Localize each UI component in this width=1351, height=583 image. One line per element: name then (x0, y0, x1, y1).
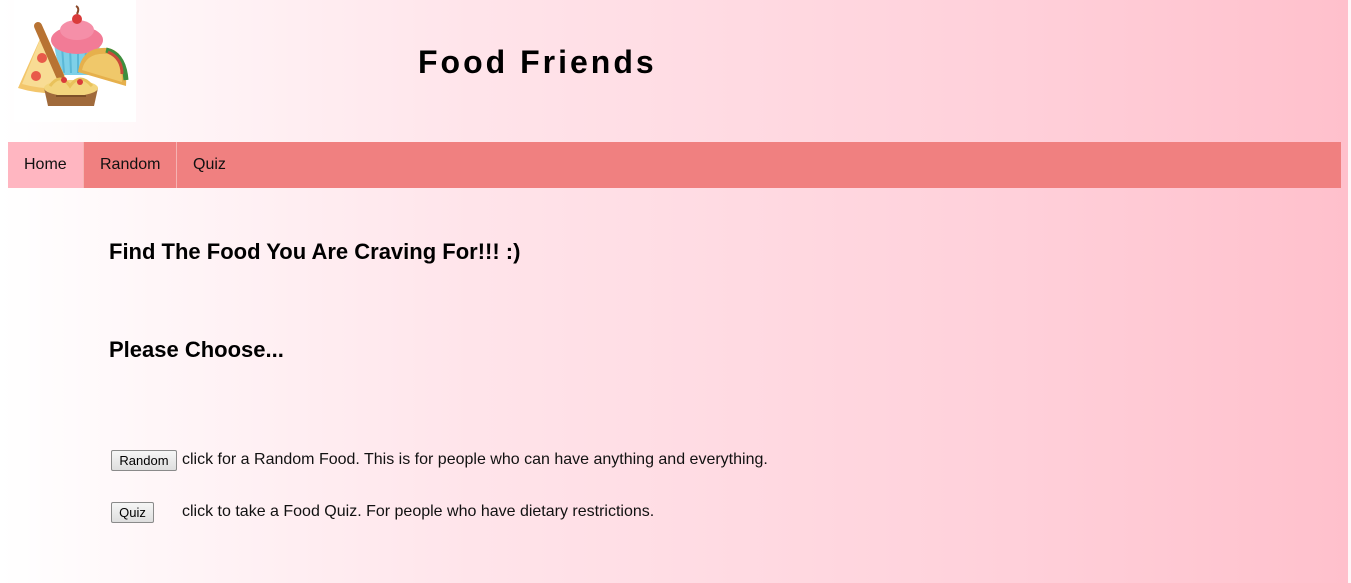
main-navbar: Home Random Quiz (8, 142, 1341, 188)
random-description: click for a Random Food. This is for peo… (182, 451, 768, 468)
nav-item-quiz[interactable]: Quiz (176, 142, 243, 188)
food-logo-icon (14, 0, 136, 122)
quiz-button[interactable]: Quiz (111, 502, 154, 523)
choose-heading: Please Choose... (109, 337, 284, 362)
quiz-description: click to take a Food Quiz. For people wh… (182, 503, 655, 520)
nav-item-home[interactable]: Home (8, 142, 83, 188)
random-button[interactable]: Random (111, 450, 177, 471)
page-heading: Find The Food You Are Craving For!!! :) (109, 239, 521, 264)
site-title: Food Friends (418, 44, 657, 80)
nav-item-random[interactable]: Random (83, 142, 176, 188)
